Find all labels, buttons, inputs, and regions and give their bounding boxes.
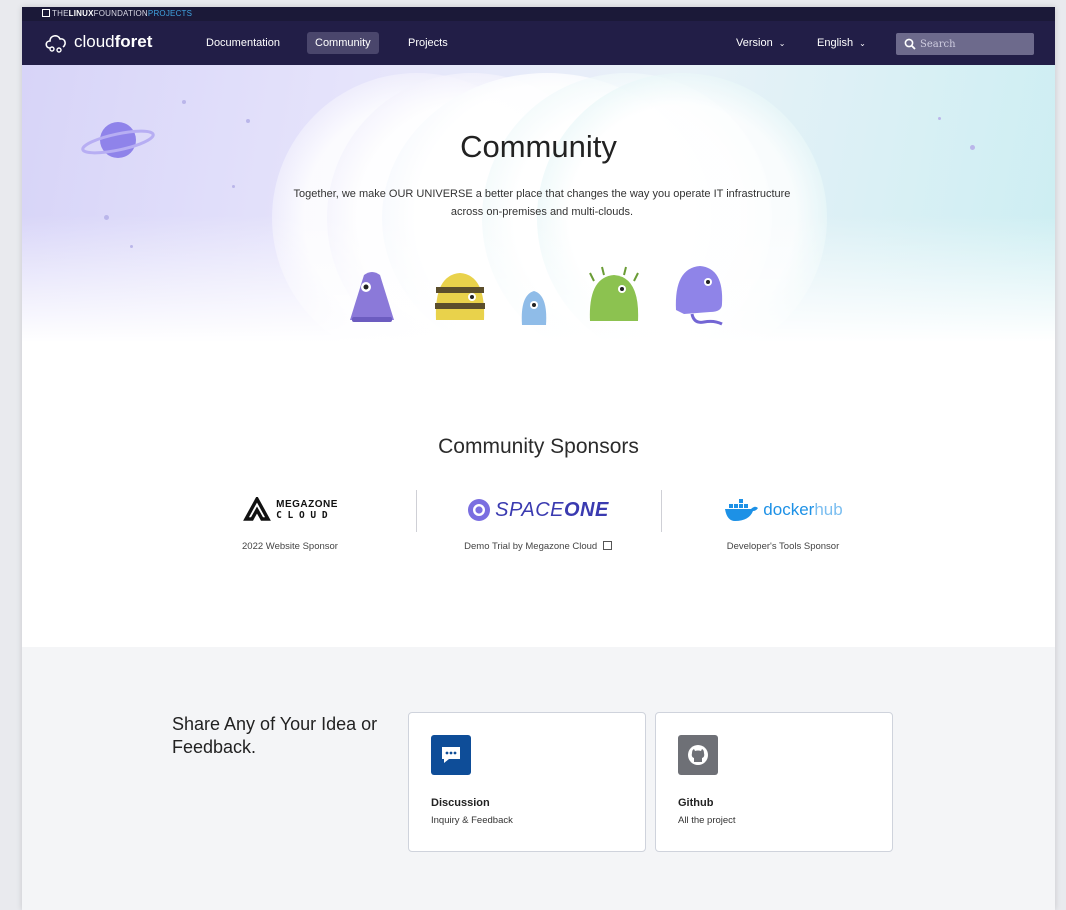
nav-documentation[interactable]: Documentation [198,32,288,54]
discussion-card[interactable]: Discussion Inquiry & Feedback [408,712,646,852]
card-subtitle: All the project [678,815,736,826]
lf-logo-icon [42,9,50,17]
spaceone-logo: SPACEONE [428,485,648,535]
linux-foundation-link[interactable]: THELINUXFOUNDATIONPROJECTS [42,9,192,18]
sponsor-divider [416,490,417,532]
sponsor-megazone[interactable]: MEGAZONE C L O U D 2022 Website Sponsor [180,485,400,552]
star-dot [938,117,941,120]
hero-section: Community Together, we make OUR UNIVERSE… [22,65,1055,365]
page-title: Community [460,129,617,164]
search-input[interactable] [920,38,1020,50]
docker-whale-icon [725,499,759,521]
version-dropdown[interactable]: Version ⌄ [736,32,785,54]
external-link-icon [602,541,612,550]
violet-monster-icon [675,266,723,326]
star-dot [182,100,186,104]
star-dot [130,245,133,248]
lf-suffix: PROJECTS [147,9,193,18]
card-title: Discussion [431,797,490,809]
brand-logo[interactable]: cloudforet [44,31,152,53]
browser-page: THELINUXFOUNDATIONPROJECTS cloudforet Do… [22,7,1055,910]
search-icon [904,38,916,50]
dockerhub-wordmark: dockerhub [763,500,843,519]
hero-subtitle: Together, we make OUR UNIVERSE a better … [293,188,791,218]
language-dropdown[interactable]: English ⌄ [817,32,866,54]
megazone-logo-icon [243,497,271,521]
megazone-logo-top: MEGAZONE [276,499,338,510]
megazone-logo: MEGAZONE C L O U D [180,485,400,535]
spaceone-wordmark: SPACEONE [495,498,609,521]
megazone-logo-bottom: C L O U D [276,510,328,521]
lf-bold: LINUX [68,9,94,18]
feedback-title: Share Any of Your Idea or Feedback. [172,714,378,757]
purple-monster-icon [350,272,394,322]
sponsor-dockerhub[interactable]: dockerhub Developer's Tools Sponsor [673,485,893,552]
sponsor-caption: Developer's Tools Sponsor [726,541,840,552]
chevron-down-icon: ⌄ [778,39,786,48]
lf-prefix: THE [52,9,69,18]
github-card[interactable]: Github All the project [655,712,893,852]
chat-bubble-icon [431,735,471,775]
top-navbar: cloudforet Documentation Community Proje… [22,21,1055,65]
nav-projects[interactable]: Projects [400,32,456,54]
sponsor-divider [661,490,662,532]
version-label: Version [736,37,773,49]
sponsor-caption: 2022 Website Sponsor [242,541,338,552]
feedback-section: Share Any of Your Idea or Feedback. Disc… [22,647,1055,910]
search-box[interactable] [896,33,1034,55]
chevron-down-icon: ⌄ [859,39,866,48]
brand-name: cloudforet [74,32,153,51]
blue-monster-icon [521,291,547,325]
language-label: English [817,37,854,49]
spaceone-logo-icon [468,499,491,521]
nav-community[interactable]: Community [307,32,379,54]
card-subtitle: Inquiry & Feedback [431,815,513,826]
lf-middle: FOUNDATION [93,9,148,18]
dockerhub-logo: dockerhub [673,485,893,535]
linux-foundation-bar: THELINUXFOUNDATIONPROJECTS [22,7,1055,21]
cloud-logo-icon [45,35,66,53]
sponsor-caption: Demo Trial by Megazone Cloud [428,541,648,552]
star-dot [232,185,235,188]
star-dot [104,215,109,220]
bee-monster-icon [435,273,485,320]
sponsors-title: Community Sponsors [438,435,639,458]
green-monster-icon [589,266,639,321]
card-title: Github [678,797,714,809]
star-dot [246,119,250,123]
github-icon [678,735,718,775]
sponsor-spaceone[interactable]: SPACEONE Demo Trial by Megazone Cloud [428,485,648,552]
